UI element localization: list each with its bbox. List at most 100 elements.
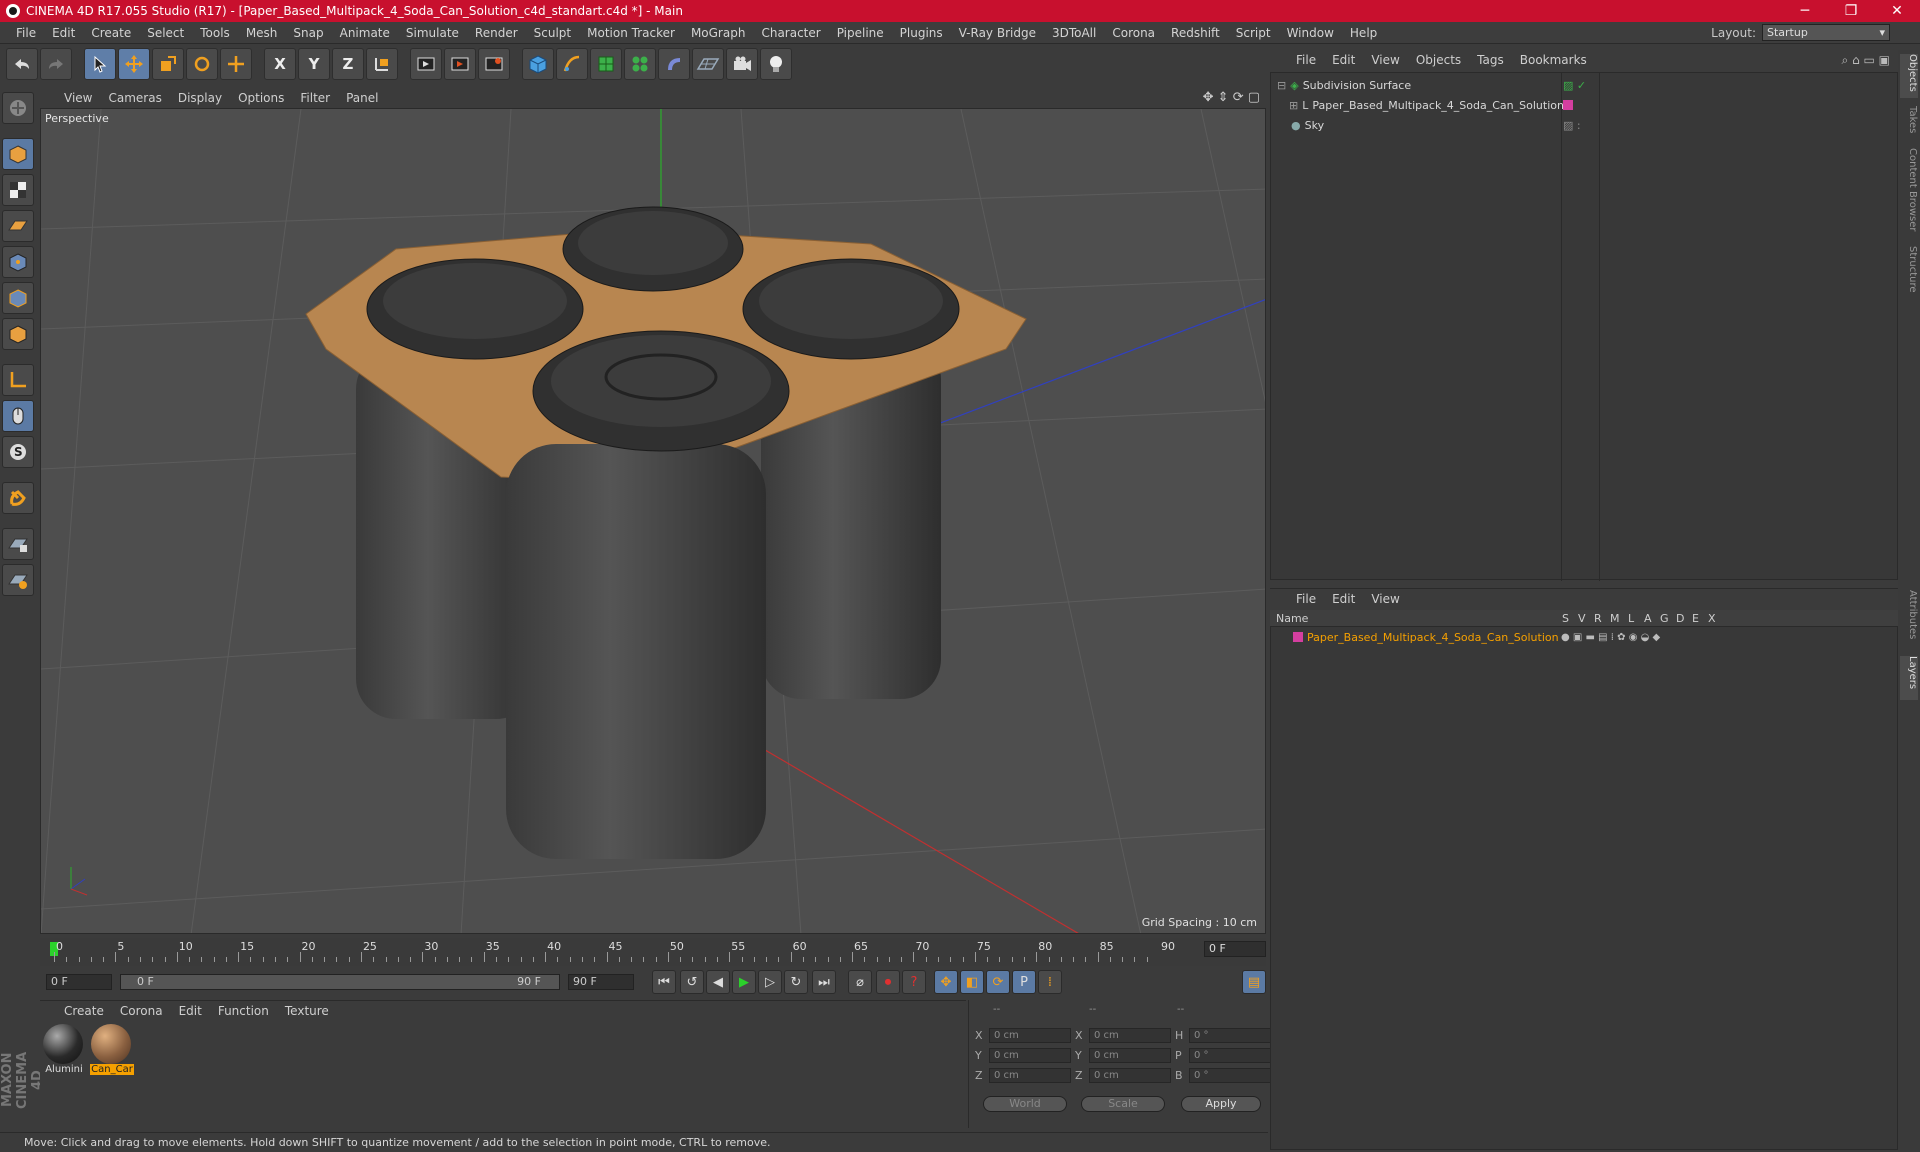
tweak-mode-icon[interactable] <box>2 400 34 432</box>
edit-render-settings-icon[interactable] <box>478 48 510 80</box>
frame-range-slider[interactable]: 0 F 90 F <box>120 974 560 990</box>
scale-icon[interactable] <box>152 48 184 80</box>
menu-render[interactable]: Render <box>467 26 526 40</box>
position-y-field[interactable]: 0 cm <box>989 1048 1071 1063</box>
points-mode-icon[interactable] <box>2 246 34 278</box>
material-menu-corona[interactable]: Corona <box>112 1004 171 1018</box>
size-y-field[interactable]: 0 cm <box>1089 1048 1171 1063</box>
autokey-icon[interactable]: ⏺ <box>876 970 900 994</box>
redo-icon[interactable] <box>40 48 72 80</box>
play-icon[interactable]: ▶ <box>732 970 756 994</box>
tab-structure[interactable]: Structure <box>1900 246 1918 302</box>
layer-col-render[interactable]: R <box>1594 612 1602 625</box>
go-to-start-icon[interactable]: ⏮ <box>652 970 676 994</box>
layer-col-deformers[interactable]: D <box>1676 612 1684 625</box>
rotation-h-field[interactable]: 0 ° <box>1189 1028 1271 1043</box>
menu-3dtoall[interactable]: 3DToAll <box>1044 26 1104 40</box>
rotation-b-field[interactable]: 0 ° <box>1189 1068 1271 1083</box>
tab-objects[interactable]: Objects <box>1900 54 1918 98</box>
layer-toggle-icons[interactable]: ● ▣ ▬ ▤ ⁞ ✿ ◉ ◒ ◆ <box>1561 632 1660 643</box>
material-menu-function[interactable]: Function <box>210 1004 277 1018</box>
layer-col-generators[interactable]: G <box>1660 612 1669 625</box>
viewport-navigation-icons[interactable]: ✥ ⇕ ⟳ ▢ <box>1203 90 1260 105</box>
floor-icon[interactable] <box>692 48 724 80</box>
previous-frame-icon[interactable]: ◀ <box>706 970 730 994</box>
position-x-field[interactable]: 0 cm <box>989 1028 1071 1043</box>
viewport-menu-view[interactable]: View <box>56 91 100 105</box>
pen-icon[interactable] <box>556 48 588 80</box>
menu-select[interactable]: Select <box>139 26 192 40</box>
object-menu-view[interactable]: View <box>1363 53 1407 67</box>
texture-mode-icon[interactable] <box>2 174 34 206</box>
material-menu-edit[interactable]: Edit <box>171 1004 210 1018</box>
layer-col-manager[interactable]: M <box>1610 612 1620 625</box>
next-frame-icon[interactable]: ▷ <box>758 970 782 994</box>
viewport-menu-options[interactable]: Options <box>230 91 292 105</box>
menu-redshift[interactable]: Redshift <box>1163 26 1228 40</box>
tab-content-browser[interactable]: Content Browser <box>1900 148 1918 238</box>
layer-color-swatch[interactable] <box>1293 632 1303 642</box>
menu-window[interactable]: Window <box>1279 26 1342 40</box>
viewport-menu-cameras[interactable]: Cameras <box>100 91 169 105</box>
deformer-icon[interactable] <box>658 48 690 80</box>
tab-layers[interactable]: Layers <box>1900 656 1918 700</box>
menu-corona[interactable]: Corona <box>1104 26 1163 40</box>
menu-pipeline[interactable]: Pipeline <box>829 26 892 40</box>
menu-sculpt[interactable]: Sculpt <box>526 26 579 40</box>
planar-workplane-icon[interactable] <box>2 564 34 596</box>
record-keys-icon[interactable]: ⌀ <box>848 970 872 994</box>
model-mode-icon[interactable] <box>2 138 34 170</box>
solo-mode-icon[interactable]: S <box>2 436 34 468</box>
close-button[interactable]: ✕ <box>1874 0 1920 22</box>
expand-toggle-icon[interactable]: ⊟ <box>1277 79 1286 92</box>
layer-menu-view[interactable]: View <box>1363 592 1407 606</box>
start-frame-field[interactable]: 0 F <box>46 974 112 990</box>
render-view-icon[interactable] <box>410 48 442 80</box>
menu-simulate[interactable]: Simulate <box>398 26 467 40</box>
visibility-checks-icon[interactable]: ▨ ✓ <box>1563 79 1586 92</box>
go-to-end-icon[interactable]: ⏭ <box>812 970 836 994</box>
object-menu-bookmarks[interactable]: Bookmarks <box>1512 53 1595 67</box>
layer-col-animation[interactable]: A <box>1644 612 1652 625</box>
minimize-button[interactable]: ─ <box>1782 0 1828 22</box>
key-parameter-icon[interactable]: P <box>1012 970 1036 994</box>
cloner-icon[interactable] <box>624 48 656 80</box>
layer-col-view[interactable]: V <box>1578 612 1586 625</box>
menu-script[interactable]: Script <box>1228 26 1279 40</box>
viewport-menu-display[interactable]: Display <box>170 91 230 105</box>
viewport-menu-panel[interactable]: Panel <box>338 91 386 105</box>
material-menu-create[interactable]: Create <box>56 1004 112 1018</box>
previous-key-icon[interactable]: ↺ <box>680 970 704 994</box>
cube-icon[interactable] <box>522 48 554 80</box>
layer-col-name[interactable]: Name <box>1276 612 1308 625</box>
object-row-subdivision[interactable]: ⊟ ◈ Subdivision Surface ▨ ✓ <box>1271 75 1897 95</box>
object-row-sky[interactable]: ● Sky ▨ : <box>1271 115 1897 135</box>
menu-plugins[interactable]: Plugins <box>892 26 951 40</box>
layer-col-expressions[interactable]: E <box>1692 612 1699 625</box>
rotation-p-field[interactable]: 0 ° <box>1189 1048 1271 1063</box>
expand-toggle-icon[interactable]: ⊞ <box>1289 99 1298 112</box>
timeline-window-icon[interactable]: ▤ <box>1242 970 1266 994</box>
menu-create[interactable]: Create <box>83 26 139 40</box>
timeline-ruler[interactable]: 0 5 10 15 20 25 30 35 40 45 50 55 60 65 70 75 80 85 90 0 F <box>40 938 1266 966</box>
keyframe-selection-icon[interactable]: ? <box>902 970 926 994</box>
layer-col-xref[interactable]: X <box>1708 612 1716 625</box>
camera-icon[interactable] <box>726 48 758 80</box>
layer-menu-edit[interactable]: Edit <box>1324 592 1363 606</box>
menu-mograph[interactable]: MoGraph <box>683 26 754 40</box>
make-editable-icon[interactable] <box>2 92 34 124</box>
layer-col-solo[interactable]: S <box>1562 612 1569 625</box>
menu-mesh[interactable]: Mesh <box>238 26 286 40</box>
tab-attributes[interactable]: Attributes <box>1900 590 1918 650</box>
object-manager-tools-icons[interactable]: ⌕ ⌂ ▭ ▣ <box>1842 53 1890 68</box>
menu-snap[interactable]: Snap <box>285 26 331 40</box>
perspective-viewport[interactable]: Perspective Grid Spacing : 10 cm <box>40 108 1266 934</box>
size-x-field[interactable]: 0 cm <box>1089 1028 1171 1043</box>
y-axis-icon[interactable]: Y <box>298 48 330 80</box>
end-frame-field[interactable]: 90 F <box>568 974 634 990</box>
coordinate-system-icon[interactable] <box>366 48 398 80</box>
key-position-icon[interactable]: ✥ <box>934 970 958 994</box>
layer-row[interactable]: Paper_Based_Multipack_4_Soda_Can_Solutio… <box>1271 627 1897 647</box>
polygons-mode-icon[interactable] <box>2 318 34 350</box>
key-scale-icon[interactable]: ◧ <box>960 970 984 994</box>
